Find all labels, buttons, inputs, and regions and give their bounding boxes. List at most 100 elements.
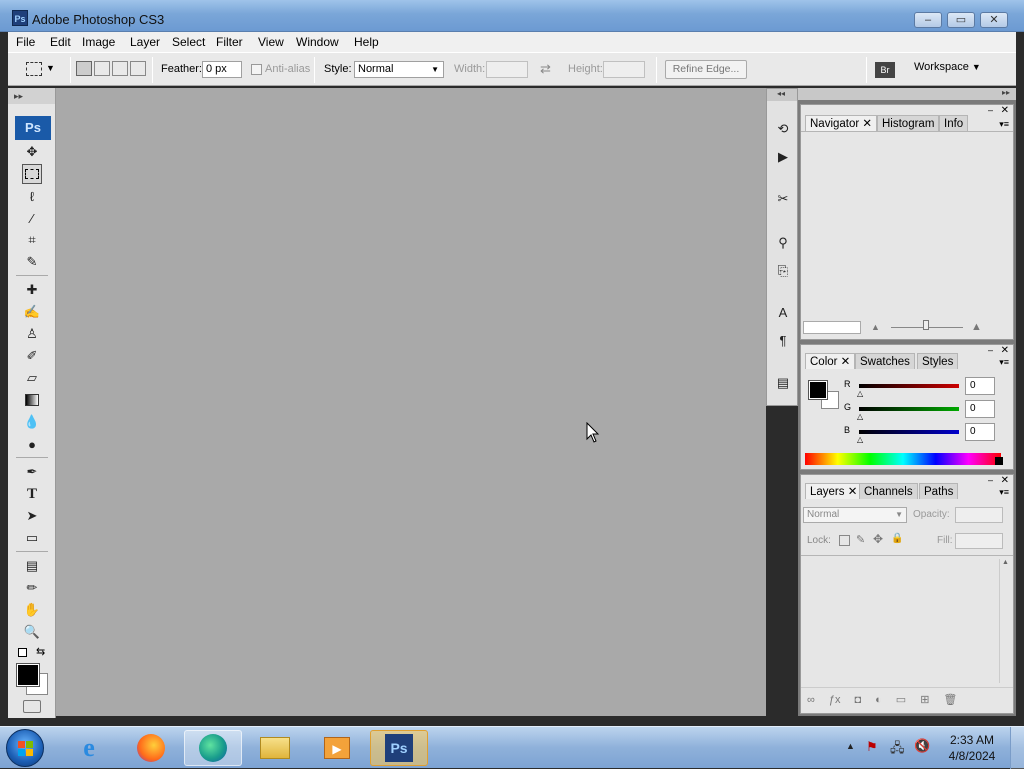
lock-pixels-icon[interactable]: ✎ <box>856 533 865 546</box>
black-swatch[interactable] <box>995 457 1003 465</box>
toolbox-collapse-icon[interactable]: ▸▸ <box>8 88 55 104</box>
dodge-tool-icon[interactable]: ● <box>22 434 42 454</box>
history-panel-icon[interactable]: ⟲ <box>773 119 793 139</box>
start-button[interactable] <box>6 729 44 767</box>
panel-menu-icon[interactable]: ▾≡ <box>999 357 1009 368</box>
width-input[interactable] <box>486 61 528 78</box>
swap-colors-icon[interactable]: ⇆ <box>36 645 45 658</box>
green-slider[interactable] <box>859 407 959 411</box>
clone-stamp-tool-icon[interactable]: ♙ <box>22 324 42 344</box>
tab-channels[interactable]: Channels <box>859 483 918 499</box>
dock-collapse-icon[interactable]: ◂◂ <box>767 89 797 101</box>
zoom-out-icon[interactable]: ▲ <box>871 322 880 332</box>
tab-layers[interactable]: Layers ✕ <box>805 483 863 499</box>
zoom-slider-thumb[interactable] <box>923 320 929 330</box>
show-hidden-icons-icon[interactable]: ▲ <box>846 741 855 751</box>
bridge-icon[interactable]: Br <box>875 62 895 78</box>
layer-mask-icon[interactable]: ◘ <box>854 694 861 706</box>
tab-navigator[interactable]: Navigator ✕ <box>805 115 878 131</box>
tab-info[interactable]: Info <box>939 115 969 131</box>
menu-select[interactable]: Select <box>172 35 205 49</box>
clock-time[interactable]: 2:33 AM <box>946 733 998 747</box>
panel-close-icon[interactable]: ✕ <box>1001 475 1009 486</box>
tool-presets-panel-icon[interactable]: ✂ <box>773 189 793 209</box>
layers-list[interactable] <box>803 559 999 683</box>
actions-panel-icon[interactable]: ▶ <box>773 147 793 167</box>
layer-style-icon[interactable]: ƒx <box>829 694 841 706</box>
marquee-tool-icon[interactable] <box>22 164 42 184</box>
zoom-level-input[interactable] <box>803 321 861 334</box>
tab-styles[interactable]: Styles <box>917 353 959 369</box>
marquee-preset-icon[interactable] <box>26 62 42 76</box>
red-value-input[interactable]: 0 <box>965 377 995 395</box>
panel-close-icon[interactable]: ✕ <box>1001 105 1009 116</box>
close-button[interactable]: ✕ <box>980 12 1008 28</box>
new-group-icon[interactable]: ▭ <box>896 693 906 706</box>
clone-source-panel-icon[interactable]: ⎘ <box>773 261 793 281</box>
brushes-panel-icon[interactable]: ⚲ <box>773 233 793 253</box>
slider-thumb-icon[interactable]: △ <box>857 412 863 421</box>
hand-tool-icon[interactable]: ✋ <box>22 600 42 620</box>
firefox-icon[interactable] <box>122 730 180 766</box>
pen-tool-icon[interactable]: ✒ <box>22 462 42 482</box>
layer-comps-panel-icon[interactable]: ▤ <box>773 373 793 393</box>
fill-input[interactable] <box>955 533 1003 549</box>
menu-window[interactable]: Window <box>296 35 339 49</box>
antialias-checkbox[interactable] <box>251 64 262 75</box>
panels-collapse-icon[interactable]: ▸▸ <box>798 88 1016 100</box>
slice-tool-icon[interactable]: ✎ <box>22 252 42 272</box>
gradient-tool-icon[interactable] <box>22 390 42 410</box>
default-colors-icon[interactable] <box>18 648 27 657</box>
height-input[interactable] <box>603 61 645 78</box>
volume-muted-icon[interactable]: 🔇 <box>914 738 930 754</box>
media-player-icon[interactable]: ▶ <box>308 730 366 766</box>
document-canvas-area[interactable] <box>56 88 766 716</box>
quick-mask-icon[interactable] <box>23 700 41 713</box>
tab-color[interactable]: Color ✕ <box>805 353 856 369</box>
photoshop-taskbar-icon[interactable]: Ps <box>370 730 428 766</box>
minimize-button[interactable]: – <box>914 12 942 28</box>
workspace-button[interactable]: Workspace ▼ <box>914 61 981 73</box>
menu-layer[interactable]: Layer <box>130 35 160 49</box>
tab-swatches[interactable]: Swatches <box>855 353 915 369</box>
subtract-selection-icon[interactable] <box>112 61 128 76</box>
preset-dropdown-arrow-icon[interactable]: ▼ <box>46 63 55 73</box>
blue-slider[interactable] <box>859 430 959 434</box>
type-tool-icon[interactable]: T <box>22 484 42 504</box>
green-value-input[interactable]: 0 <box>965 400 995 418</box>
lasso-tool-icon[interactable]: ℓ <box>22 186 42 206</box>
file-explorer-icon[interactable] <box>246 730 304 766</box>
network-icon[interactable]: 🖧 <box>890 739 905 761</box>
lock-all-icon[interactable]: 🔒 <box>891 533 903 544</box>
foreground-color-swatch[interactable] <box>16 663 40 687</box>
clock-date[interactable]: 4/8/2024 <box>946 749 998 763</box>
notes-tool-icon[interactable]: ▤ <box>22 556 42 576</box>
panel-menu-icon[interactable]: ▾≡ <box>999 487 1009 498</box>
red-slider[interactable] <box>859 384 959 388</box>
lock-transparency-icon[interactable] <box>839 535 850 546</box>
paragraph-panel-icon[interactable]: ¶ <box>773 331 793 351</box>
panel-minimize-icon[interactable]: – <box>988 475 993 485</box>
healing-brush-tool-icon[interactable]: ✚ <box>22 280 42 300</box>
menu-image[interactable]: Image <box>82 35 115 49</box>
show-desktop-button[interactable] <box>1010 727 1024 769</box>
panel-menu-icon[interactable]: ▾≡ <box>999 119 1009 130</box>
lock-position-icon[interactable]: ✥ <box>873 532 883 546</box>
maximize-button[interactable]: ▭ <box>947 12 975 28</box>
slider-thumb-icon[interactable]: △ <box>857 389 863 398</box>
panel-close-icon[interactable]: ✕ <box>1001 345 1009 356</box>
edge-icon[interactable] <box>184 730 242 766</box>
eyedropper-tool-icon[interactable]: ✏ <box>22 578 42 598</box>
menu-edit[interactable]: Edit <box>50 35 71 49</box>
new-layer-icon[interactable]: ⊞ <box>920 693 929 706</box>
blur-tool-icon[interactable]: 💧 <box>22 412 42 432</box>
panel-minimize-icon[interactable]: – <box>988 345 993 355</box>
panel-minimize-icon[interactable]: – <box>988 105 993 115</box>
menu-view[interactable]: View <box>258 35 284 49</box>
layers-scrollbar[interactable]: ▲ <box>999 559 1011 683</box>
new-selection-icon[interactable] <box>76 61 92 76</box>
foreground-color-swatch[interactable] <box>808 380 828 400</box>
path-selection-tool-icon[interactable]: ➤ <box>22 506 42 526</box>
shape-tool-icon[interactable]: ▭ <box>22 528 42 548</box>
slider-thumb-icon[interactable]: △ <box>857 435 863 444</box>
